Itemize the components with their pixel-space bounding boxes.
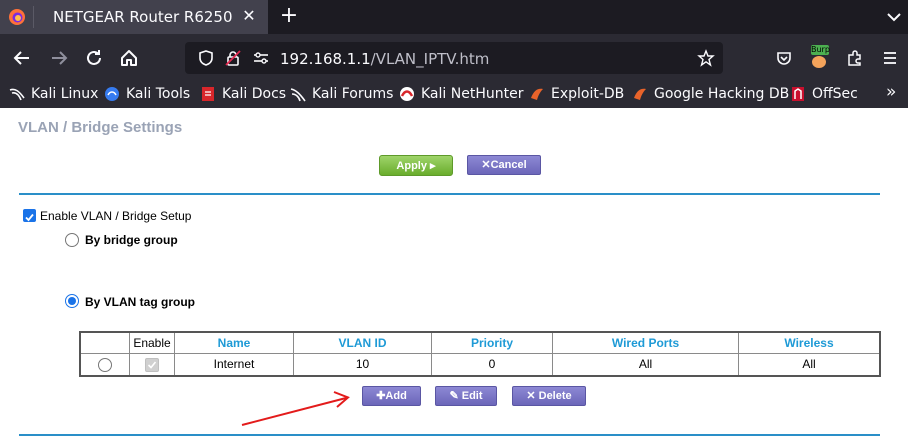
kali-tools-icon xyxy=(105,87,119,101)
bookmark-label: Exploit-DB xyxy=(551,86,625,102)
bookmark-offsec[interactable]: OffSec xyxy=(790,84,858,104)
active-tab[interactable]: NETGEAR Router R6250 ✕ xyxy=(0,0,268,34)
tab-separator xyxy=(33,6,34,28)
burp-extension-icon[interactable]: Burp xyxy=(808,45,830,69)
checkmark-icon xyxy=(25,213,34,222)
row-wired-ports-cell: All xyxy=(552,353,739,376)
vlan-table: Enable Name VLAN ID Priority Wired Ports… xyxy=(79,331,881,377)
vlan-tag-group-label: By VLAN tag group xyxy=(85,295,195,309)
home-icon[interactable] xyxy=(117,46,141,70)
bookmark-label: Kali Docs xyxy=(222,86,287,102)
bookmark-label: Kali Linux xyxy=(31,86,99,102)
name-column-header: Name xyxy=(174,331,294,354)
bridge-group-label: By bridge group xyxy=(85,233,178,247)
permissions-icon[interactable] xyxy=(252,49,270,67)
row-select-cell xyxy=(79,353,130,376)
reload-icon[interactable] xyxy=(82,46,106,70)
tab-title: NETGEAR Router R6250 xyxy=(53,8,233,26)
wired-ports-column-header: Wired Ports xyxy=(552,331,739,354)
exploit-db-icon xyxy=(531,88,543,100)
kali-dragon-icon xyxy=(9,88,25,101)
add-button[interactable]: ✚Add xyxy=(362,386,421,406)
forward-icon[interactable] xyxy=(47,46,71,70)
kali-docs-icon xyxy=(202,87,214,101)
vlan-tag-group-radio[interactable] xyxy=(65,294,79,308)
more-bookmarks-icon[interactable]: » xyxy=(886,82,896,102)
edit-button[interactable]: ✎ Edit xyxy=(435,386,497,406)
checkmark-icon xyxy=(147,361,157,369)
bookmark-label: Kali Tools xyxy=(126,86,191,102)
bookmark-kali-nethunter[interactable]: Kali NetHunter xyxy=(399,84,523,104)
delete-label: Delete xyxy=(538,390,572,402)
bookmark-kali-tools[interactable]: Kali Tools xyxy=(104,84,190,104)
offsec-icon xyxy=(792,87,804,101)
delete-icon: ✕ xyxy=(526,390,539,402)
cancel-button[interactable]: ✕Cancel xyxy=(467,155,541,175)
bookmark-exploit-db[interactable]: Exploit-DB xyxy=(529,84,624,104)
bookmark-google-hacking-db[interactable]: Google Hacking DB xyxy=(632,84,789,104)
bookmark-label: OffSec xyxy=(812,86,858,102)
table-row: Internet 10 0 All All xyxy=(79,353,881,376)
shield-icon[interactable] xyxy=(197,49,215,67)
enable-vlan-label: Enable VLAN / Bridge Setup xyxy=(40,209,192,223)
row-priority-cell: 0 xyxy=(431,353,553,376)
pencil-icon: ✎ xyxy=(449,390,462,402)
apply-button[interactable]: Apply ▸ xyxy=(379,155,453,176)
bookmark-star-icon[interactable] xyxy=(697,49,715,67)
bookmark-label: Kali Forums xyxy=(312,86,394,102)
priority-column-header: Priority xyxy=(431,331,553,354)
close-tab-icon[interactable]: ✕ xyxy=(237,3,261,29)
enable-vlan-checkbox[interactable] xyxy=(23,209,36,222)
nethunter-icon xyxy=(400,87,414,101)
edit-label: Edit xyxy=(461,390,483,402)
add-label: Add xyxy=(385,390,407,402)
list-tabs-icon[interactable] xyxy=(884,7,904,27)
url-text[interactable]: 192.168.1.1/VLAN_IPTV.htm xyxy=(280,50,489,68)
insecure-lock-icon[interactable] xyxy=(224,49,242,67)
row-vlan-id-cell: 10 xyxy=(293,353,432,376)
url-host: 192.168.1.1 xyxy=(280,50,371,68)
back-icon[interactable] xyxy=(10,46,34,70)
enable-column-header: Enable xyxy=(129,331,175,354)
table-header-row: Enable Name VLAN ID Priority Wired Ports… xyxy=(79,331,881,354)
page-title: VLAN / Bridge Settings xyxy=(18,119,183,136)
section-divider-bottom xyxy=(19,434,880,436)
section-divider-top xyxy=(19,193,880,195)
bookmark-kali-docs[interactable]: Kali Docs xyxy=(200,84,286,104)
firefox-icon xyxy=(9,9,25,25)
bookmark-label: Google Hacking DB xyxy=(654,86,790,102)
wireless-column-header: Wireless xyxy=(738,331,881,354)
bookmark-kali-forums[interactable]: Kali Forums xyxy=(290,84,393,104)
burp-badge: Burp xyxy=(811,45,830,55)
select-column-header xyxy=(79,331,130,354)
row-wireless-cell: All xyxy=(738,353,881,376)
bookmark-kali-linux[interactable]: Kali Linux xyxy=(9,84,98,104)
annotation-arrow-icon xyxy=(241,391,350,426)
extensions-icon[interactable] xyxy=(845,48,865,68)
kali-forums-icon xyxy=(290,88,306,102)
cancel-label: Cancel xyxy=(490,159,527,171)
delete-button[interactable]: ✕ Delete xyxy=(512,386,586,406)
close-icon: ✕ xyxy=(481,159,491,171)
vlan-id-column-header: VLAN ID xyxy=(293,331,432,354)
menu-icon[interactable] xyxy=(881,49,899,67)
row-enable-cell xyxy=(129,353,175,376)
pocket-icon[interactable] xyxy=(775,49,793,67)
row-select-radio[interactable] xyxy=(98,357,112,372)
bookmark-label: Kali NetHunter xyxy=(421,86,524,102)
row-name-cell: Internet xyxy=(174,353,294,376)
row-enable-checkbox[interactable] xyxy=(145,357,159,372)
bridge-group-radio[interactable] xyxy=(65,233,79,247)
url-path: /VLAN_IPTV.htm xyxy=(370,50,490,68)
new-tab-icon[interactable]: + xyxy=(277,3,301,29)
ghdb-icon xyxy=(634,88,646,100)
